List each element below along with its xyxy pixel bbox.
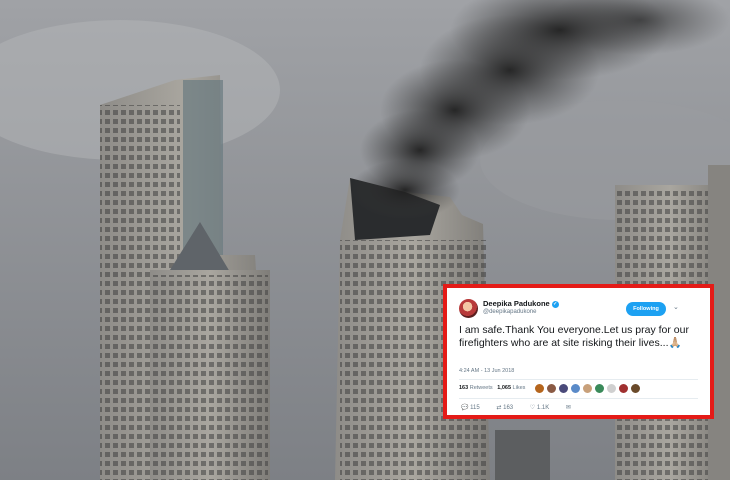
retweets-stat[interactable]: 163 Retweets (459, 385, 493, 391)
retweets-count: 163 (459, 385, 469, 391)
liker-avatar[interactable] (618, 383, 629, 394)
reply-icon: 💬 (461, 405, 469, 411)
tweet-stats: 163 Retweets 1,065 Likes (459, 385, 525, 391)
retweet-icon: ⇄ (496, 405, 502, 411)
liker-avatars (534, 383, 641, 394)
retweets-label: Retweets (469, 385, 493, 391)
avatar[interactable] (459, 299, 478, 318)
tweet-card: Deepika Padukone ✓ @deepikapadukone Follo… (443, 284, 714, 419)
likes-count: 1,065 (497, 385, 512, 391)
display-name-text: Deepika Padukone (483, 299, 550, 308)
liker-avatar[interactable] (534, 383, 545, 394)
divider (459, 379, 698, 380)
retweet-button[interactable]: ⇄ 163 (496, 404, 513, 411)
liker-avatar[interactable] (630, 383, 641, 394)
user-handle[interactable]: @deepikapadukone (483, 309, 536, 315)
envelope-icon: ✉ (565, 405, 571, 411)
heart-icon: ♡ (529, 405, 536, 411)
chevron-down-icon[interactable]: ⌄ (673, 303, 679, 311)
following-button[interactable]: Following (626, 302, 666, 316)
liker-avatar[interactable] (570, 383, 581, 394)
liker-avatar[interactable] (558, 383, 569, 394)
verified-icon: ✓ (551, 300, 559, 308)
liker-avatar[interactable] (582, 383, 593, 394)
reply-button[interactable]: 💬 115 (461, 404, 480, 411)
tweet-actions: 💬 115 ⇄ 163 ♡ 1.1K ✉ (461, 404, 586, 411)
divider (459, 398, 698, 399)
retweet-count: 163 (503, 405, 514, 411)
display-name[interactable]: Deepika Padukone ✓ (483, 299, 559, 308)
tweet-timestamp[interactable]: 4:24 AM - 13 Jun 2018 (459, 368, 514, 374)
liker-avatar[interactable] (606, 383, 617, 394)
liker-avatar[interactable] (546, 383, 557, 394)
liker-avatar[interactable] (594, 383, 605, 394)
low-building (495, 430, 550, 480)
reply-count: 115 (470, 405, 480, 411)
like-count: 1.1K (536, 405, 550, 411)
tweet-text: I am safe.Thank You everyone.Let us pray… (459, 324, 689, 349)
likes-label: Likes (512, 385, 526, 391)
message-button[interactable]: ✉ (566, 404, 571, 411)
likes-stat[interactable]: 1,065 Likes (497, 385, 525, 391)
like-button[interactable]: ♡ 1.1K (530, 404, 549, 411)
